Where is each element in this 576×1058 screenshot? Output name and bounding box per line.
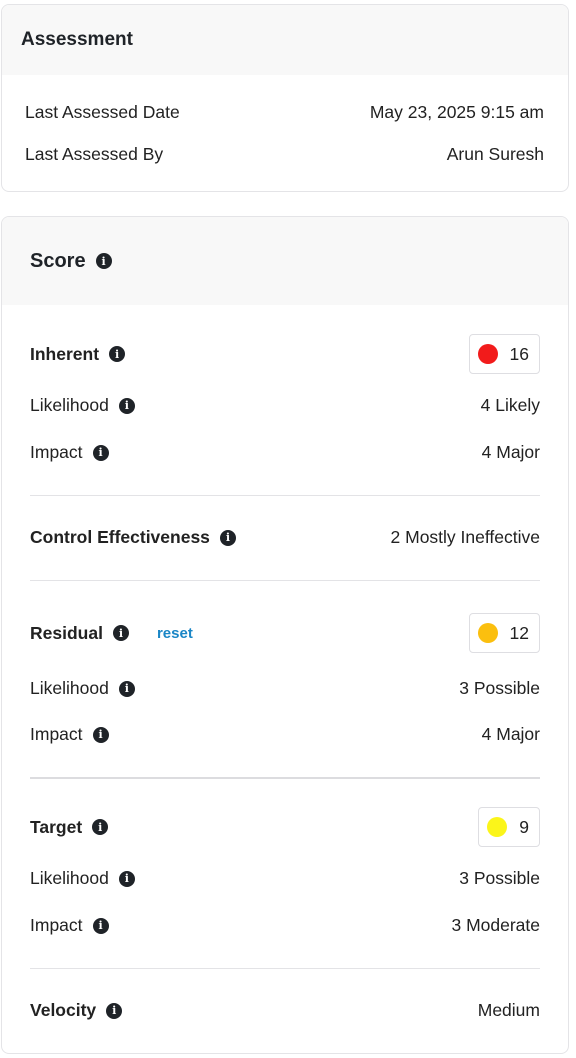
residual-score-value: 12: [509, 622, 529, 643]
assessment-header: Assessment: [2, 5, 568, 75]
residual-score-badge: 12: [468, 613, 540, 653]
info-icon[interactable]: i: [106, 1002, 123, 1019]
info-icon[interactable]: i: [92, 444, 109, 461]
velocity-label: Velocity: [30, 1000, 97, 1020]
residual-impact-label: Impact: [30, 724, 83, 744]
last-assessed-by-label: Last Assessed By: [25, 144, 164, 164]
score-title: Score: [30, 249, 86, 272]
inherent-score-dot: [477, 344, 498, 364]
residual-likelihood-row: Likelihood i 3 Possible: [30, 678, 540, 699]
residual-impact-value: 4 Major: [481, 724, 540, 744]
velocity-row: Velocity i Medium: [30, 1000, 540, 1021]
last-assessed-date-row: Last Assessed Date May 23, 2025 9:15 am: [25, 102, 544, 123]
info-icon[interactable]: i: [118, 680, 135, 697]
divider: [30, 777, 540, 779]
inherent-impact-label: Impact: [30, 442, 83, 462]
control-effectiveness-row: Control Effectiveness i 2 Mostly Ineffec…: [30, 527, 540, 548]
control-effectiveness-label: Control Effectiveness: [30, 527, 210, 547]
target-likelihood-label: Likelihood: [30, 868, 109, 888]
target-impact-value: 3 Moderate: [451, 915, 540, 935]
info-icon[interactable]: i: [219, 529, 236, 546]
info-icon[interactable]: i: [118, 870, 135, 887]
residual-row: Residual i reset 12: [30, 613, 540, 653]
score-card: Score i Inherent i 16 Likelihood i 4 Lik…: [1, 216, 569, 1054]
divider: [30, 968, 540, 969]
velocity-value: Medium: [477, 1000, 540, 1020]
inherent-score-badge: 16: [468, 334, 540, 374]
target-score-value: 9: [519, 816, 529, 837]
target-score-badge: 9: [478, 807, 540, 847]
control-effectiveness-value: 2 Mostly Ineffective: [390, 527, 540, 547]
info-icon[interactable]: i: [92, 726, 109, 743]
last-assessed-by-row: Last Assessed By Arun Suresh: [25, 144, 544, 165]
residual-impact-row: Impact i 4 Major: [30, 724, 540, 745]
residual-likelihood-label: Likelihood: [30, 678, 109, 698]
inherent-likelihood-value: 4 Likely: [480, 395, 540, 415]
target-impact-row: Impact i 3 Moderate: [30, 915, 540, 936]
inherent-likelihood-row: Likelihood i 4 Likely: [30, 395, 540, 416]
info-icon[interactable]: i: [109, 346, 126, 362]
assessment-title: Assessment: [21, 29, 133, 50]
info-icon[interactable]: i: [92, 819, 109, 835]
inherent-score-value: 16: [509, 343, 529, 364]
target-likelihood-row: Likelihood i 3 Possible: [30, 868, 540, 889]
score-header: Score i: [2, 217, 568, 305]
residual-reset-link[interactable]: reset: [157, 625, 193, 642]
info-icon[interactable]: i: [95, 253, 112, 269]
residual-likelihood-value: 3 Possible: [459, 678, 540, 698]
residual-label: Residual: [30, 622, 103, 643]
target-impact-label: Impact: [30, 915, 83, 935]
divider: [30, 580, 540, 581]
last-assessed-date-value: May 23, 2025 9:15 am: [369, 102, 544, 122]
info-icon[interactable]: i: [92, 917, 109, 934]
info-icon[interactable]: i: [118, 397, 135, 414]
inherent-likelihood-label: Likelihood: [30, 395, 109, 415]
inherent-row: Inherent i 16: [30, 334, 540, 374]
last-assessed-by-value: Arun Suresh: [446, 144, 544, 164]
target-label: Target: [30, 816, 83, 837]
divider: [30, 495, 540, 496]
inherent-impact-value: 4 Major: [481, 442, 540, 462]
info-icon[interactable]: i: [112, 625, 129, 641]
target-row: Target i 9: [30, 807, 540, 847]
target-score-dot: [487, 817, 508, 837]
residual-score-dot: [477, 623, 498, 643]
assessment-card: Assessment Last Assessed Date May 23, 20…: [1, 4, 569, 192]
inherent-impact-row: Impact i 4 Major: [30, 442, 540, 463]
last-assessed-date-label: Last Assessed Date: [25, 102, 180, 122]
target-likelihood-value: 3 Possible: [459, 868, 540, 888]
inherent-label: Inherent: [30, 343, 100, 364]
